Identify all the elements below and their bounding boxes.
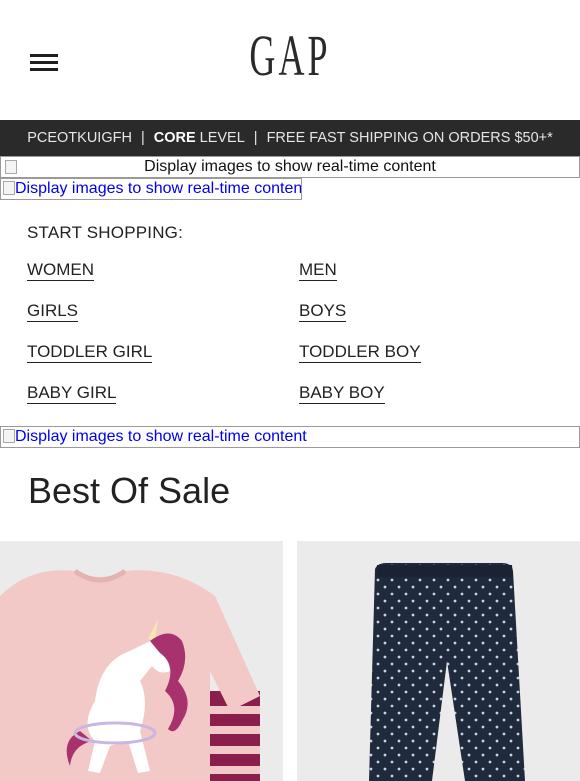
banner-separator: | (140, 130, 145, 146)
broken-image-icon (3, 429, 15, 443)
product-grid (0, 541, 580, 781)
section-title: Best Of Sale (28, 470, 231, 511)
gap-logo[interactable]: GAP (110, 26, 470, 86)
banner-separator: | (253, 130, 258, 146)
category-links: WOMEN MEN GIRLS BOYS TODDLER GIRL TODDLE… (27, 260, 553, 404)
header: GAP (0, 0, 580, 120)
broken-image-icon (5, 160, 17, 174)
loyalty-level-strong: CORE (153, 130, 196, 146)
image-placeholder: Display images to show real-time content (0, 156, 580, 178)
link-women[interactable]: WOMEN (27, 260, 95, 281)
link-toddler-girl[interactable]: TODDLER GIRL (27, 342, 153, 363)
customer-code: PCEOTKUIGFH (27, 130, 132, 146)
link-toddler-boy[interactable]: TODDLER BOY (299, 342, 421, 363)
link-men[interactable]: MEN (299, 260, 337, 281)
image-placeholder-link[interactable]: Display images to show real-time content (0, 426, 580, 448)
product-image-dot-leggings (297, 541, 580, 781)
product-card[interactable] (0, 541, 283, 781)
image-alt-text: Display images to show real-time content (15, 428, 307, 445)
loyalty-level-label: LEVEL (199, 130, 245, 146)
link-boys[interactable]: BOYS (299, 301, 347, 322)
link-girls[interactable]: GIRLS (27, 301, 79, 322)
link-baby-girl[interactable]: BABY GIRL (27, 383, 117, 404)
image-alt-text: Display images to show real-time content (144, 158, 436, 175)
image-alt-text: Display images to show real-time content (15, 180, 302, 197)
promo-banner[interactable]: PCEOTKUIGFH | CORE LEVEL | FREE FAST SHI… (0, 120, 580, 156)
image-placeholder-link[interactable]: Display images to show real-time content (0, 178, 302, 200)
product-image-unicorn-pajamas (0, 541, 283, 781)
hamburger-menu-icon[interactable] (30, 54, 58, 72)
start-shopping-title: START SHOPPING: (27, 223, 184, 242)
shipping-offer: FREE FAST SHIPPING ON ORDERS $50+* (266, 130, 553, 146)
link-baby-boy[interactable]: BABY BOY (299, 383, 385, 404)
start-shopping-section: START SHOPPING: WOMEN MEN GIRLS BOYS TOD… (0, 200, 580, 426)
broken-image-icon (3, 181, 15, 195)
product-card[interactable] (297, 541, 580, 781)
